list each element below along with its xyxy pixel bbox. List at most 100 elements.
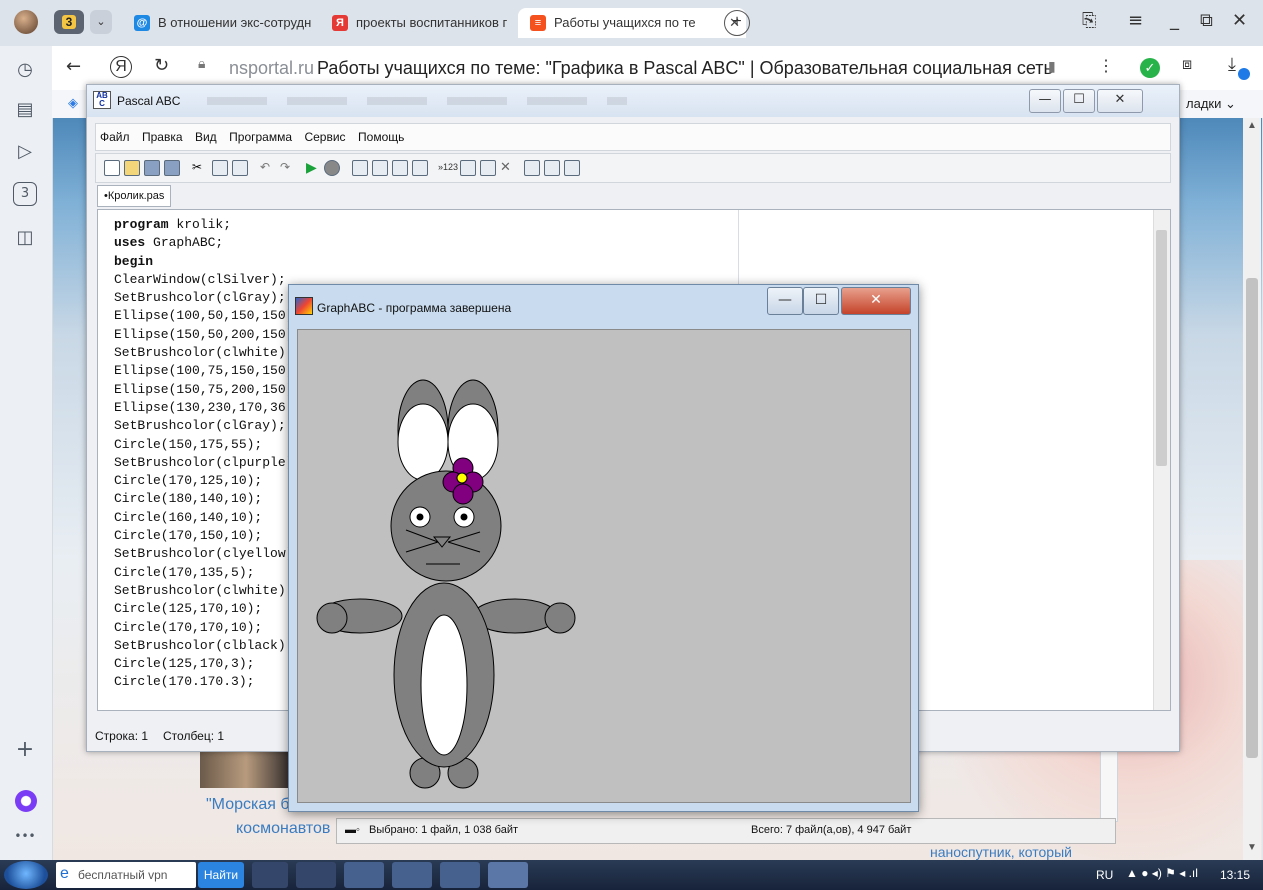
pascal-minimize-button[interactable]: —	[1029, 89, 1061, 113]
code-line[interactable]: begin	[114, 253, 293, 271]
undo-icon[interactable]: ↶	[260, 160, 274, 174]
clock[interactable]: 13:15	[1220, 868, 1250, 882]
code-line[interactable]: Ellipse(150,75,200,150)	[114, 381, 293, 399]
menu-file[interactable]: Файл	[96, 124, 134, 144]
tab-3-active[interactable]: ≡ Работы учащихся по те ✕	[518, 8, 746, 38]
pascal-titlebar[interactable]: AB C Pascal ABC — ☐ ✕	[87, 85, 1179, 117]
menu-help[interactable]: Помощь	[354, 124, 408, 144]
code-line[interactable]: uses GraphABC;	[114, 234, 293, 252]
back-arrow-icon[interactable]: ←	[66, 56, 81, 77]
code-line[interactable]: SetBrushcolor(clblack)	[114, 637, 293, 655]
cut-icon[interactable]: ✂	[192, 160, 206, 174]
tool-2-icon[interactable]	[544, 160, 560, 176]
bookmark-fav-icon[interactable]: ◈	[68, 95, 78, 111]
eval-icon[interactable]: »123	[438, 160, 458, 174]
code-text[interactable]: program krolik; uses GraphABC; begin ClearW…	[114, 216, 293, 692]
bookmark-flag-icon[interactable]: ▮	[1048, 58, 1056, 75]
file-tab-krolik[interactable]: •Кролик.pas	[97, 185, 172, 207]
protect-check-icon[interactable]: ✓	[1140, 58, 1160, 78]
editor-vertical-scroll-thumb[interactable]	[1156, 230, 1167, 466]
alice-assistant-icon[interactable]	[15, 790, 37, 812]
code-line[interactable]: Circle(170,135,5);	[114, 564, 293, 582]
tool-1-icon[interactable]	[524, 160, 540, 176]
graph-maximize-button[interactable]: ☐	[803, 287, 839, 315]
add-panel-icon[interactable]: +	[11, 736, 39, 764]
code-line[interactable]: SetBrushcolor(clGray);	[114, 289, 293, 307]
code-line[interactable]: program krolik;	[114, 216, 293, 234]
save-all-icon[interactable]	[164, 160, 180, 176]
code-line[interactable]: Ellipse(100,50,150,150)	[114, 307, 293, 325]
taskbar-alice-icon[interactable]	[252, 862, 288, 888]
pascal-maximize-button[interactable]: ☐	[1063, 89, 1095, 113]
web-link-nanosputnik[interactable]: наноспутник, который	[930, 844, 1072, 860]
code-line[interactable]: SetBrushcolor(clpurple)	[114, 454, 293, 472]
profile-avatar-icon[interactable]	[14, 10, 38, 34]
code-line[interactable]: Circle(150,175,55);	[114, 436, 293, 454]
scroll-up-icon[interactable]: ▲	[1247, 120, 1257, 131]
minimize-icon[interactable]: _	[1170, 10, 1179, 31]
start-orb-icon[interactable]	[4, 861, 48, 889]
stop-icon[interactable]	[324, 160, 340, 176]
close-icon[interactable]: ✕	[1232, 10, 1247, 31]
taskbar-pascal-icon[interactable]	[488, 862, 528, 888]
code-line[interactable]: Circle(170,125,10);	[114, 472, 293, 490]
breakpoints-icon[interactable]	[480, 160, 496, 176]
paste-icon[interactable]	[232, 160, 248, 176]
code-line[interactable]: SetBrushcolor(clGray);	[114, 417, 293, 435]
watch-icon[interactable]	[412, 160, 428, 176]
scroll-down-icon[interactable]: ▼	[1247, 842, 1257, 853]
reload-icon[interactable]: ↻	[154, 55, 169, 76]
copy-icon[interactable]	[212, 160, 228, 176]
graph-minimize-button[interactable]: —	[767, 287, 803, 315]
kebab-icon[interactable]: ⋮	[1098, 56, 1114, 76]
menu-program[interactable]: Программа	[225, 124, 296, 144]
pascal-close-button[interactable]: ✕	[1097, 89, 1143, 113]
code-line[interactable]: Circle(170,170,10);	[114, 619, 293, 637]
yandex-logo-icon[interactable]: Я	[110, 56, 132, 78]
bookmarks-more[interactable]: ладки ⌄	[1186, 96, 1236, 112]
code-line[interactable]: Circle(170,150,10);	[114, 527, 293, 545]
tab-list-chevron-icon[interactable]: ⌄	[90, 10, 112, 34]
extensions-icon[interactable]: ⧈	[1182, 56, 1192, 74]
lock-icon[interactable]: 🔒︎	[198, 56, 205, 72]
code-line[interactable]: SetBrushcolor(clyellow)	[114, 545, 293, 563]
step-over-icon[interactable]	[392, 160, 408, 176]
collections-icon[interactable]: ▤	[11, 96, 39, 124]
graph-close-button[interactable]: ✕	[841, 287, 911, 315]
code-line[interactable]: SetBrushcolor(clwhite)	[114, 582, 293, 600]
downloads-icon[interactable]: ⤓	[1228, 54, 1236, 75]
search-box[interactable]: e бесплатный vpn	[56, 862, 196, 888]
web-page-scrollbar[interactable]: ▲ ▼	[1243, 118, 1261, 860]
code-line[interactable]: Ellipse(100,75,150,150)	[114, 362, 293, 380]
code-line[interactable]: Circle(170.170.3);	[114, 673, 293, 691]
taskbar-word-icon[interactable]	[392, 862, 432, 888]
redo-icon[interactable]: ↷	[280, 160, 294, 174]
open-folder-icon[interactable]	[124, 160, 140, 176]
language-indicator[interactable]: RU	[1096, 868, 1113, 882]
history-icon[interactable]: ◷	[11, 56, 39, 84]
save-icon[interactable]	[144, 160, 160, 176]
bookmark-manager-icon[interactable]: ⎘	[1082, 10, 1096, 31]
web-thumbnail[interactable]	[200, 752, 292, 788]
find-button[interactable]: Найти	[198, 862, 244, 888]
code-line[interactable]: Circle(125,170,10);	[114, 600, 293, 618]
code-line[interactable]: Ellipse(150,50,200,150)	[114, 326, 293, 344]
code-line[interactable]: SetBrushcolor(clwhite)	[114, 344, 293, 362]
sidebar-counter-icon[interactable]: 3	[13, 182, 37, 206]
tool-3-icon[interactable]	[564, 160, 580, 176]
more-dots-icon[interactable]: •••	[11, 822, 39, 850]
media-play-icon[interactable]: ▷	[11, 138, 39, 166]
run-icon[interactable]: ▶	[306, 160, 320, 174]
menu-service[interactable]: Сервис	[300, 124, 349, 144]
code-line[interactable]: ClearWindow(clSilver);	[114, 271, 293, 289]
output-window-icon[interactable]	[460, 160, 476, 176]
tray-icons[interactable]: ▲ ● ◂) ⚑ ◂ .ıl	[1126, 866, 1198, 880]
code-line[interactable]: Circle(180,140,10);	[114, 490, 293, 508]
tab-group-counter[interactable]: 3	[54, 10, 84, 34]
menu-view[interactable]: Вид	[191, 124, 221, 144]
code-line[interactable]: Ellipse(130,230,170,36	[114, 399, 293, 417]
restore-icon[interactable]: ⧉	[1200, 10, 1213, 31]
menu-icon[interactable]: ≡	[1128, 10, 1143, 31]
screenshot-icon[interactable]: ◫	[11, 224, 39, 252]
code-line[interactable]: Circle(125,170,3);	[114, 655, 293, 673]
